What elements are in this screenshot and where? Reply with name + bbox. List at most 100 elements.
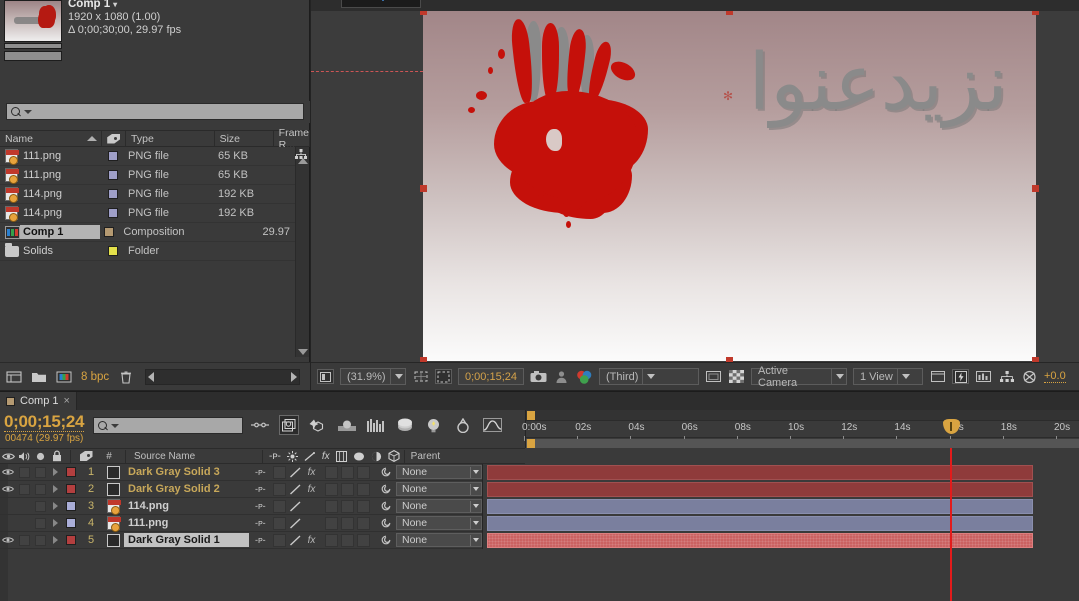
parent-pickwhip-icon[interactable] <box>380 500 392 512</box>
shy-switch[interactable]: -ᴘ- <box>255 518 270 528</box>
item-label-swatch[interactable] <box>100 227 123 237</box>
layer-track-area[interactable] <box>482 497 1079 515</box>
timeline-layer-row[interactable]: 1 Dark Gray Solid 3 -ᴘ-fx None <box>0 463 1079 481</box>
item-label-swatch[interactable] <box>104 151 128 161</box>
time-ruler[interactable]: 0:00s02s04s06s08s10s12s14s16s18s20s <box>522 410 1079 448</box>
shy-switch[interactable]: -ᴘ- <box>255 467 270 477</box>
layer-source-name[interactable]: Dark Gray Solid 3 <box>124 465 249 479</box>
layer-source-name[interactable]: Dark Gray Solid 1 <box>124 533 249 547</box>
project-horizontal-scrollbar[interactable] <box>145 368 301 385</box>
timeline-panel-icon[interactable] <box>975 369 992 384</box>
solo-toggle[interactable] <box>32 466 48 478</box>
exposure-reset-icon[interactable] <box>1021 369 1038 384</box>
parent-pickwhip-icon[interactable] <box>380 483 392 495</box>
frame-blend-switch[interactable] <box>325 465 338 479</box>
project-item-row[interactable]: 114.png PNG file 192 KB <box>0 204 296 223</box>
quality-switch[interactable] <box>289 466 302 479</box>
layer-source-name[interactable]: 114.png <box>124 499 249 513</box>
column-header-size[interactable]: Size <box>215 131 274 146</box>
region-of-interest-icon[interactable] <box>412 369 429 384</box>
shy-switch[interactable]: -ᴘ- <box>255 501 270 511</box>
column-header-type[interactable]: Type <box>126 131 215 146</box>
timeline-layer-row[interactable]: 4 111.png -ᴘ- None <box>0 514 1079 532</box>
brainstorm-icon[interactable] <box>424 415 444 435</box>
close-icon[interactable]: × <box>64 395 70 407</box>
column-header-name[interactable]: Name <box>0 131 103 146</box>
composition-name[interactable]: Comp 1 ▾ <box>68 0 181 11</box>
frame-blend-switch[interactable] <box>325 482 338 496</box>
chevron-down-icon[interactable] <box>24 109 32 114</box>
always-preview-icon[interactable] <box>317 369 334 384</box>
effects-switch[interactable]: fx <box>305 484 318 495</box>
quality-switch[interactable] <box>289 517 302 530</box>
audio-toggle[interactable] <box>16 483 32 495</box>
project-scrollbar[interactable] <box>295 147 309 357</box>
show-snapshot-icon[interactable] <box>553 369 570 384</box>
layer-track-area[interactable] <box>482 463 1079 481</box>
graph-editor-grid-icon[interactable] <box>366 415 386 435</box>
resolution-dropdown[interactable]: (Third) <box>599 368 699 385</box>
layer-track-area[interactable] <box>482 531 1079 549</box>
solo-toggle[interactable] <box>32 534 48 546</box>
column-header-label[interactable] <box>102 131 127 146</box>
frame-blend-switch[interactable] <box>325 499 338 513</box>
sort-ascending-icon[interactable] <box>87 136 98 141</box>
new-composition-icon[interactable] <box>56 370 72 384</box>
collapse-switch[interactable] <box>273 533 286 547</box>
work-area-start-handle[interactable] <box>527 411 535 420</box>
scroll-left-icon[interactable] <box>148 371 155 382</box>
region-guides-icon[interactable] <box>705 369 722 384</box>
layer-label-swatch[interactable] <box>62 484 80 494</box>
motion-blur-switch[interactable] <box>341 533 354 547</box>
transparency-grid-icon[interactable] <box>728 369 745 384</box>
layer-label-swatch[interactable] <box>62 501 80 511</box>
collapse-switch[interactable] <box>273 482 286 496</box>
layer-stack-icon[interactable] <box>395 415 415 435</box>
parent-pickwhip-icon[interactable] <box>380 517 392 529</box>
project-item-row[interactable]: Comp 1 Composition 29.97 <box>0 223 296 242</box>
scroll-right-icon[interactable] <box>291 371 298 382</box>
chevron-down-icon[interactable] <box>836 374 844 379</box>
expand-layer-triangle[interactable] <box>48 536 62 544</box>
parent-dropdown[interactable]: None <box>396 533 482 547</box>
interpret-footage-icon[interactable] <box>6 370 22 384</box>
collapse-switch[interactable] <box>273 499 286 513</box>
parent-dropdown[interactable]: None <box>396 516 482 530</box>
parent-dropdown[interactable]: None <box>396 465 482 479</box>
item-label-swatch[interactable] <box>104 208 128 218</box>
expand-layer-triangle[interactable] <box>48 502 62 510</box>
adjustment-switch[interactable] <box>357 499 370 513</box>
item-label-swatch[interactable] <box>104 246 128 256</box>
timeline-layer-row[interactable]: 3 114.png -ᴘ- None <box>0 497 1079 515</box>
draft-3d-icon[interactable] <box>279 415 299 435</box>
selection-handle-ml[interactable] <box>420 185 427 192</box>
expand-layer-triangle[interactable] <box>48 519 62 527</box>
work-area-bar[interactable] <box>526 439 1079 448</box>
layer-track-area[interactable] <box>482 480 1079 498</box>
project-search-input[interactable] <box>6 103 304 120</box>
channel-rgb-icon[interactable] <box>576 369 593 384</box>
layer-label-swatch[interactable] <box>62 518 80 528</box>
item-label-swatch[interactable] <box>104 170 128 180</box>
delete-icon[interactable] <box>118 370 134 384</box>
item-label-swatch[interactable] <box>104 189 128 199</box>
roi-toggle-icon[interactable] <box>435 369 452 384</box>
timeline-layer-row[interactable]: 2 Dark Gray Solid 2 -ᴘ-fx None <box>0 480 1079 498</box>
adjustment-switch[interactable] <box>357 465 370 479</box>
viewer-tab-fragment[interactable] <box>341 0 421 8</box>
project-item-row[interactable]: Solids Folder <box>0 242 296 261</box>
parent-dropdown[interactable]: None <box>396 499 482 513</box>
layer-label-swatch[interactable] <box>62 467 80 477</box>
frame-blend-switch[interactable] <box>325 516 338 530</box>
scroll-down-icon[interactable] <box>298 349 308 355</box>
collapse-switch[interactable] <box>273 516 286 530</box>
comp-flowchart-icon[interactable] <box>998 369 1015 384</box>
view-layout-dropdown[interactable]: 1 View <box>853 368 923 385</box>
chevron-down-icon[interactable] <box>111 423 119 428</box>
video-toggle[interactable] <box>0 468 16 476</box>
work-area-end-handle[interactable] <box>527 439 535 448</box>
composition-canvas[interactable]: نزيدعنوا ✻ <box>420 11 1039 362</box>
parent-pickwhip-icon[interactable] <box>380 466 392 478</box>
motion-blur-icon[interactable] <box>337 415 357 435</box>
video-toggle[interactable] <box>0 485 16 493</box>
